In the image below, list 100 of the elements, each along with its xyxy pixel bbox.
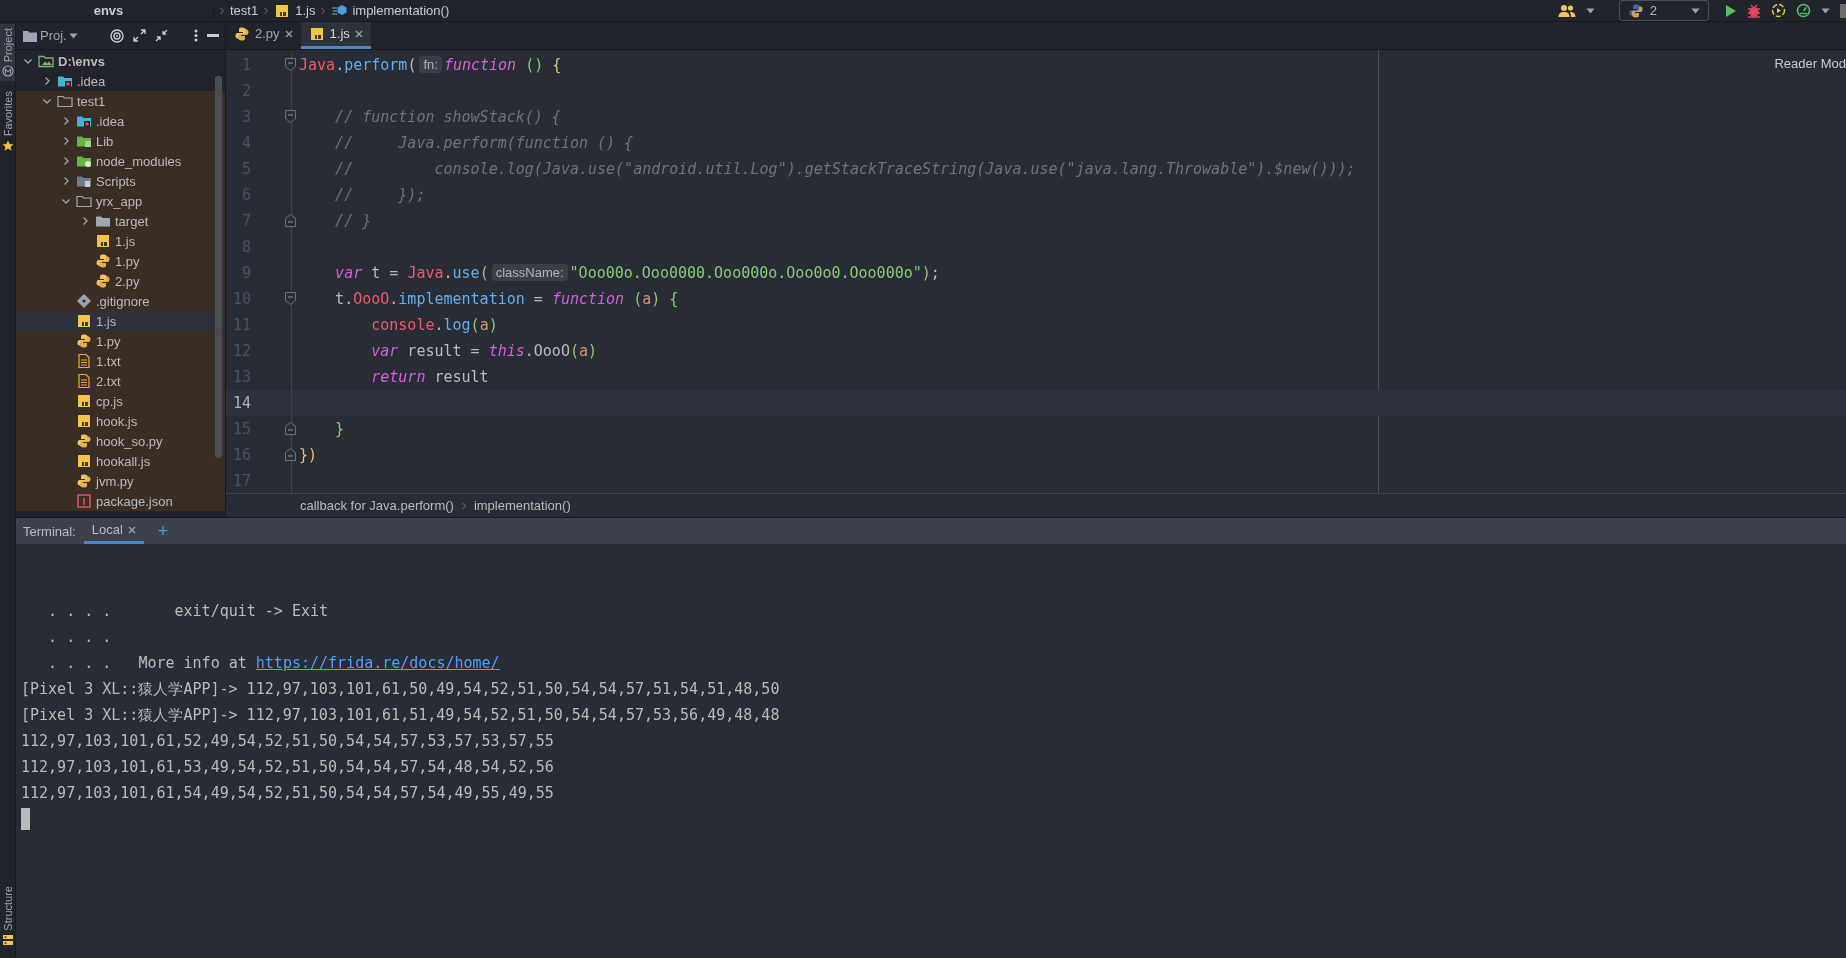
terminal-text: 112,97,103,101,61,52,49,54,52,51,50,54,54,57,53,57,53,57,55 [21,732,554,750]
breadcrumb-item[interactable]: implementation() [473,498,571,513]
file-icon [76,473,92,489]
caret-icon[interactable] [1821,7,1830,14]
tree-item[interactable]: 1.py [16,331,225,351]
file-icon [76,453,92,469]
tree-item[interactable]: 1.txt [16,351,225,371]
tree-item[interactable]: .idea [16,71,225,91]
run-icon[interactable] [1725,3,1737,18]
tree-item[interactable]: Scripts [16,171,225,191]
tree-item[interactable]: test1 [16,91,225,111]
diamond-icon [76,293,92,309]
tree-item[interactable]: 1.js [16,231,225,251]
code-text: t.OooO.implementation = function (a) { [334,289,679,308]
inlay-hint: fn: [419,56,442,74]
tree-item[interactable]: cp.js [16,391,225,411]
code-text: } [334,419,345,438]
code-text: var result = this.OooO(a) [370,341,598,360]
code-text: }) [299,445,318,464]
separator-icon [320,5,327,16]
collapse-icon[interactable] [155,29,168,42]
code-text: // }); [334,185,426,204]
code-text: console.log(a) [370,315,498,334]
terminal-text: 112,97,103,101,61,53,49,54,52,51,50,54,54,57,54,48,54,52,56 [21,758,554,776]
fold-icon[interactable] [285,292,296,306]
tree-item[interactable]: jvm.py [16,471,225,491]
project-folder-icon [38,53,54,69]
terminal-text: . . . . More info at [47,654,248,672]
tree-item[interactable]: target [16,211,225,231]
editor-tab[interactable]: 1.js [300,22,371,49]
terminal-link[interactable]: https://frida.re/docs/home/ [255,654,500,672]
separator-icon [219,5,225,16]
tool-window-button[interactable]: Project [0,24,15,82]
tree-item[interactable]: 1.js [16,311,225,331]
caret-icon [1691,7,1700,14]
target-icon[interactable] [110,28,124,43]
more-icon[interactable] [194,29,198,42]
tree-item[interactable]: package.json [16,491,225,511]
line-number: 14 [231,393,251,412]
terminal-text: . . . . [47,628,112,646]
code-text: // } [334,211,372,230]
breadcrumb-item[interactable]: test1 [230,3,259,18]
tree-item[interactable]: D:\envs [16,51,225,71]
module-icon [1,65,14,78]
tool-window-button[interactable]: Structure [0,882,15,950]
breadcrumb-item[interactable]: callback for Java.perform() [300,498,454,513]
code-text: var t = Java.use( [334,263,489,282]
terminal-text: 112,97,103,101,61,54,49,54,52,51,50,54,54,57,54,49,55,49,55 [21,784,554,802]
tree-item[interactable]: hookall.js [16,451,225,471]
file-icon [234,25,250,42]
caret-icon[interactable] [1585,7,1595,14]
separator-icon [263,5,270,16]
coverage-icon[interactable] [1771,3,1786,18]
breadcrumb-item[interactable]: implementation() [352,3,450,18]
terminal-tab[interactable]: Local [83,518,144,544]
code-text: "Ooo00o.Ooo0000.Ooo000o.Ooo0o0.Ooo000o"); [569,263,940,282]
fold-icon[interactable] [285,448,296,462]
fold-icon[interactable] [285,214,296,228]
file-icon [76,393,92,409]
tree-item[interactable]: node_modules [16,151,225,171]
breadcrumb-item[interactable]: 1.js [295,3,316,18]
tree-item[interactable]: hook_so.py [16,431,225,451]
tree-item[interactable]: hook.js [16,411,225,431]
close-icon[interactable] [127,525,136,534]
bug-icon[interactable] [1747,3,1761,18]
people-icon[interactable] [1557,3,1576,18]
scrollbar[interactable] [215,76,222,458]
caret-icon[interactable] [68,32,78,39]
tree-item[interactable]: 1.py [16,251,225,271]
folder-icon [57,93,73,109]
tree-item[interactable]: 2.txt [16,371,225,391]
tree-item[interactable]: Lib [16,131,225,151]
tree-item[interactable]: .gitignore [16,291,225,311]
panel-title[interactable]: Proj. [40,28,67,43]
expand-icon[interactable] [133,29,146,42]
gauge-icon[interactable] [1796,3,1811,18]
tree-item[interactable]: .idea [16,111,225,131]
python-icon [1627,2,1644,19]
fold-icon[interactable] [285,110,296,124]
file-icon [274,2,291,19]
fold-icon[interactable] [285,58,296,72]
reader-mode-link[interactable]: Reader Mod [1774,55,1846,71]
terminal-text: [Pixel 3 XL::猿人学APP]-> 112,97,103,101,61,50,49,54,52,51,50,54,54,57,51,54,51,48,50 [21,679,780,699]
code-text: return result [370,367,489,386]
editor-tab[interactable]: 2.py [226,22,301,49]
tree-item[interactable]: yrx_app [16,191,225,211]
fold-icon[interactable] [285,422,296,436]
terminal-text: . . . . exit/quit -> Exit [47,602,329,620]
tool-window-button[interactable]: Favorites [0,87,15,156]
file-icon [76,493,92,509]
close-icon[interactable] [284,29,293,38]
add-tab-button[interactable]: + [151,518,175,544]
code-text: // Java.perform(function () { [334,133,634,152]
run-configuration-selector[interactable]: 2 [1618,0,1709,21]
code-text: // console.log(Java.use("android.util.Log").getStackTraceString(Java.use("java.lang.Throwable").$new())); [334,159,1356,178]
code-text: function () { [443,55,562,74]
file-icon [95,253,111,269]
file-icon [95,273,111,289]
close-icon[interactable] [354,29,363,38]
tree-item[interactable]: 2.py [16,271,225,291]
